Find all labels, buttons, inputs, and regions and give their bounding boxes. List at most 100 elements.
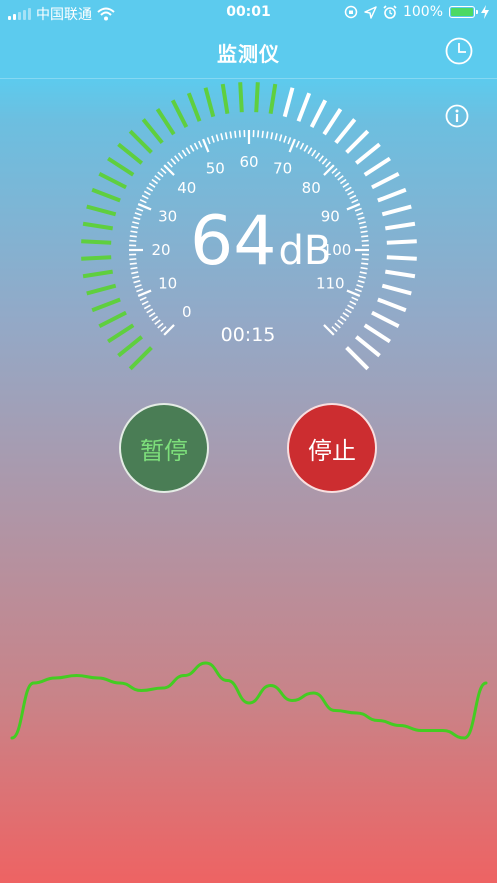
gauge-minor-tick (129, 262, 137, 265)
gauge-level-segment (86, 283, 117, 296)
gauge-minor-tick (151, 178, 159, 185)
gauge-minor-tick (331, 167, 338, 174)
stop-button-label: 停止 (308, 436, 356, 465)
gauge-minor-tick (229, 131, 233, 139)
gauge-level-segment (254, 82, 260, 113)
gauge-minor-tick (238, 130, 241, 138)
gauge-minor-tick (342, 182, 350, 188)
gauge-minor-tick (359, 271, 367, 275)
gauge-minor-tick (339, 315, 347, 322)
gauge-minor-tick (321, 158, 328, 165)
pause-button[interactable]: 暂停 (119, 403, 209, 493)
gauge-major-tick (288, 138, 296, 153)
gauge-tick-label: 30 (158, 207, 177, 225)
gauge-minor-tick (334, 171, 341, 178)
gauge-minor-tick (257, 130, 260, 138)
gauge-minor-tick (351, 296, 359, 301)
gauge-major-tick (346, 289, 361, 297)
gauge-minor-tick (129, 239, 137, 242)
gauge-minor-tick (148, 312, 156, 318)
gauge-minor-tick (146, 308, 154, 314)
noise-history-line (10, 661, 488, 740)
gauge-minor-tick (131, 225, 139, 229)
gauge-level-segment (363, 323, 391, 344)
gauge-minor-tick (358, 221, 366, 225)
gauge-minor-tick (139, 199, 147, 204)
gauge-minor-tick (303, 144, 309, 152)
gauge-minor-tick (295, 140, 300, 148)
gauge-minor-tick (143, 190, 151, 196)
gauge-tick-label: 10 (158, 275, 177, 293)
gauge-minor-tick (351, 199, 359, 204)
gauge-minor-tick (361, 262, 369, 265)
gauge-level-segment (155, 108, 176, 136)
gauge-level-segment (98, 310, 127, 329)
gauge-minor-tick (261, 130, 264, 138)
gauge-minor-tick (278, 134, 283, 142)
gauge-minor-tick (361, 258, 369, 261)
gauge-level-segment (238, 82, 244, 113)
gauge-level-segment (117, 142, 144, 165)
gauge-minor-tick (334, 322, 341, 329)
gauge-minor-tick (185, 147, 191, 155)
gauge-minor-tick (146, 186, 154, 192)
gauge-minor-tick (283, 135, 287, 143)
gauge-level-segment (386, 239, 417, 245)
gauge-level-segment (354, 335, 381, 358)
gauge-minor-tick (337, 319, 344, 325)
gauge-minor-tick (133, 279, 141, 284)
gauge-minor-tick (134, 212, 142, 216)
gauge-tick-label: 40 (177, 179, 196, 197)
gauge-level-segment (345, 129, 370, 154)
gauge-minor-tick (359, 225, 367, 229)
gauge-minor-tick (358, 275, 366, 279)
gauge-level-segment (381, 204, 412, 217)
gauge-level-segment (371, 310, 400, 329)
gauge-level-segment (354, 142, 381, 165)
gauge-minor-tick (287, 137, 292, 145)
gauge-level-segment (203, 87, 216, 118)
gauge-minor-tick (174, 155, 180, 162)
gauge-level-segment (81, 255, 112, 261)
gauge-level-segment (141, 118, 164, 145)
gauge-level-segment (86, 204, 117, 217)
gauge-minor-tick (347, 190, 355, 196)
gauge-minor-tick (132, 275, 140, 279)
gauge-level-segment (170, 99, 189, 128)
elapsed-time: 00:15 (220, 324, 276, 346)
gauge-minor-tick (331, 326, 338, 333)
gauge-tick-label: 20 (151, 241, 170, 259)
gauge-minor-tick (356, 284, 364, 288)
gauge-minor-tick (354, 288, 362, 293)
gauge-tick-label: 80 (302, 179, 321, 197)
gauge-minor-tick (265, 131, 269, 139)
gauge-minor-tick (337, 175, 344, 181)
gauge-level-segment (371, 171, 400, 190)
gauge-level-segment (81, 239, 112, 245)
gauge-minor-tick (166, 161, 173, 168)
gauge-minor-tick (314, 152, 321, 160)
gauge-level-segment (282, 87, 295, 118)
gauge-tick-label: 60 (239, 153, 258, 171)
gauge-minor-tick (211, 135, 215, 143)
gauge-minor-tick (360, 266, 368, 270)
gauge-level-segment (186, 92, 202, 122)
gauge-level-segment (117, 335, 144, 358)
gauge-minor-tick (325, 161, 332, 168)
gauge-minor-tick (181, 149, 187, 157)
gauge-minor-tick (318, 155, 324, 162)
gauge-minor-tick (234, 130, 237, 138)
gauge-level-segment (334, 118, 357, 145)
gauge-minor-tick (274, 133, 278, 141)
gauge-level-segment (220, 83, 230, 115)
gauge-level-segment (98, 171, 127, 190)
gauge-minor-tick (151, 315, 159, 322)
decibel-value: 64 (190, 202, 277, 281)
gauge-minor-tick (141, 300, 149, 306)
stop-button[interactable]: 停止 (287, 403, 377, 493)
gauge-minor-tick (307, 147, 313, 155)
gauge-level-segment (386, 255, 417, 261)
gauge-minor-tick (347, 304, 355, 310)
gauge-level-segment (82, 221, 114, 231)
gauge-level-segment (384, 221, 416, 231)
